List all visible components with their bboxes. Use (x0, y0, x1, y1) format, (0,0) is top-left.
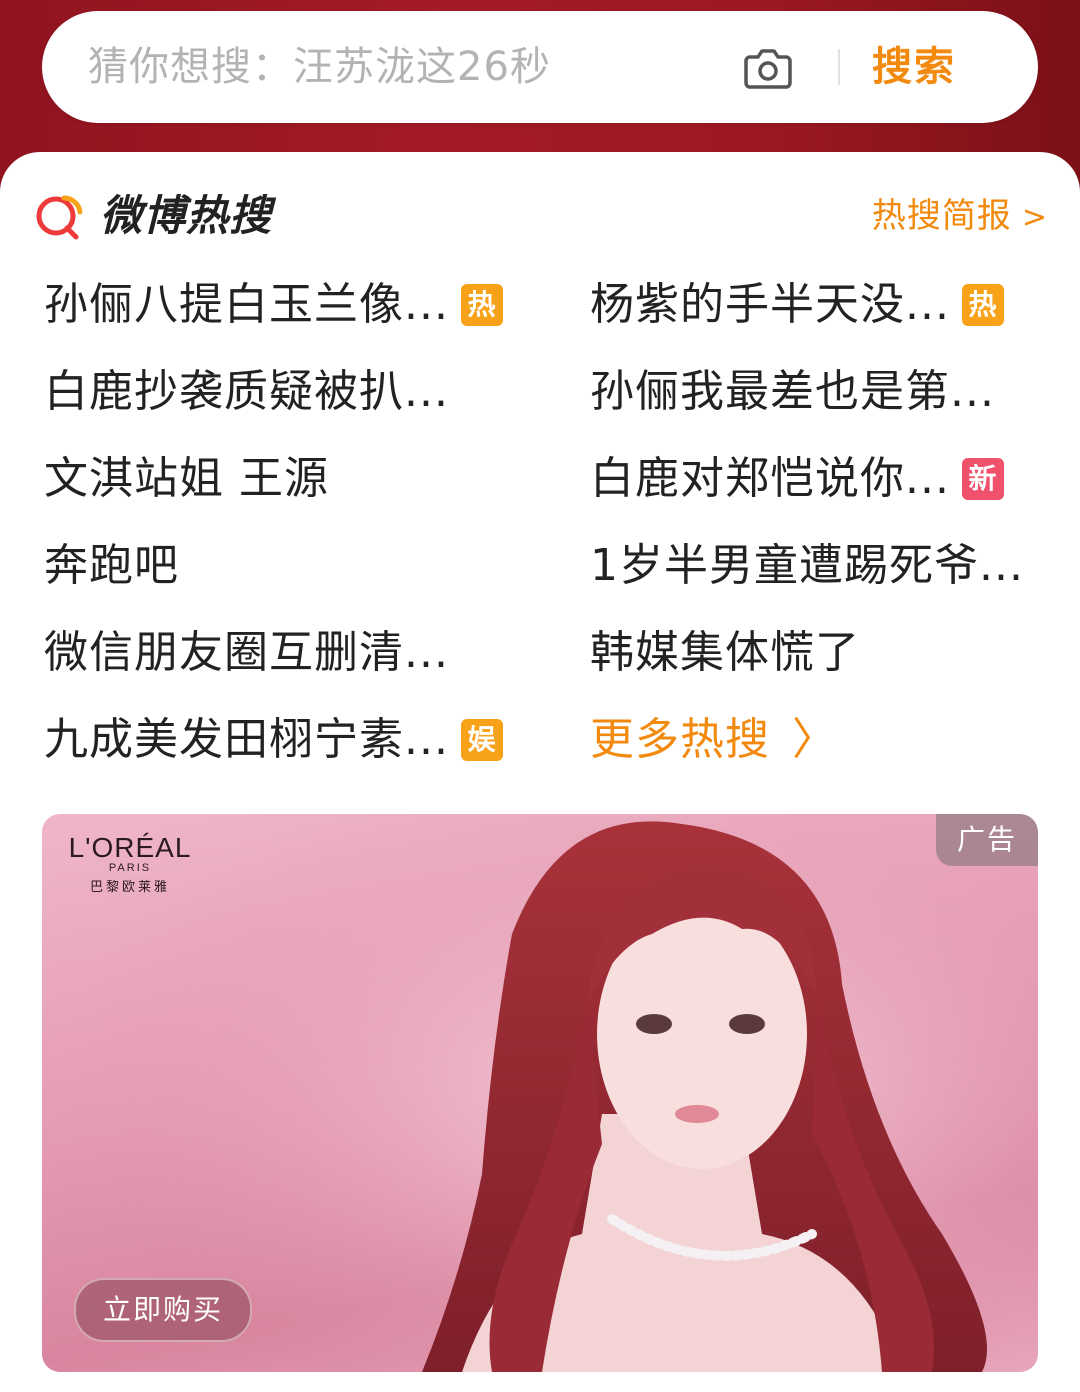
trend-text: 韩媒集体慌了 (590, 627, 860, 678)
trend-item[interactable]: 孙俪我最差也是第... (590, 357, 995, 427)
more-hot-search-link[interactable]: 更多热搜〉 (590, 705, 837, 775)
buy-now-button[interactable]: 立即购买 (74, 1278, 252, 1342)
search-button[interactable]: 搜索 (872, 11, 956, 123)
search-input[interactable]: 猜你想搜：汪苏泷这26秒 (88, 11, 551, 123)
camera-icon[interactable] (744, 45, 792, 89)
trend-text: 1岁半男童遭踢死爷... (590, 540, 1024, 591)
entertainment-badge: 娱 (460, 719, 503, 761)
trend-text: 杨紫的手半天没... (590, 279, 950, 330)
trend-item[interactable]: 1岁半男童遭踢死爷... (590, 531, 1024, 601)
trend-text: 文淇站姐 王源 (44, 453, 329, 504)
trend-text: 孙俪八提白玉兰像... (44, 279, 449, 330)
trend-item[interactable]: 白鹿抄袭质疑被扒... (44, 357, 449, 427)
trend-text: 孙俪我最差也是第... (590, 366, 995, 417)
trend-item[interactable]: 孙俪八提白玉兰像... 热 (44, 270, 503, 340)
hot-search-header: 微博热搜 热搜简报 > (34, 186, 1054, 246)
trend-item[interactable]: 韩媒集体慌了 (590, 618, 860, 688)
ad-banner[interactable]: L'ORÉAL PARIS 巴黎欧莱雅 广告 立即购买 (42, 814, 1038, 1372)
trend-item[interactable]: 微信朋友圈互删清... (44, 618, 449, 688)
brand-name: L'ORÉAL (68, 832, 192, 863)
weibo-hot-search-icon (36, 195, 83, 240)
hot-search-title: 微博热搜 (100, 191, 273, 240)
ad-tag: 广告 (936, 814, 1038, 866)
trend-text: 奔跑吧 (44, 540, 179, 591)
chevron-right-icon: > (1021, 200, 1048, 235)
new-badge: 新 (961, 458, 1004, 500)
trend-item[interactable]: 奔跑吧 (44, 531, 179, 601)
search-divider (838, 49, 840, 85)
trend-text: 九成美发田栩宁素... (44, 714, 449, 765)
brand-chinese-name: 巴黎欧莱雅 (89, 880, 170, 895)
hot-badge: 热 (460, 284, 503, 326)
trend-text: 白鹿抄袭质疑被扒... (44, 366, 449, 417)
trend-text: 白鹿对郑恺说你... (590, 453, 950, 504)
more-hot-search-label: 更多热搜 (590, 714, 770, 765)
trend-item[interactable]: 文淇站姐 王源 (44, 444, 329, 514)
trend-item[interactable]: 白鹿对郑恺说你... 新 (590, 444, 1004, 514)
trend-text: 微信朋友圈互删清... (44, 627, 449, 678)
hot-brief-label: 热搜简报 (871, 196, 1012, 236)
trend-item[interactable]: 杨紫的手半天没... 热 (590, 270, 1004, 340)
chevron-right-icon: 〉 (792, 714, 837, 765)
search-bar[interactable]: 猜你想搜：汪苏泷这26秒 搜索 (42, 11, 1038, 123)
trend-item[interactable]: 九成美发田栩宁素... 娱 (44, 705, 503, 775)
hot-brief-link[interactable]: 热搜简报 > (872, 186, 1048, 246)
hot-badge: 热 (961, 284, 1004, 326)
brand-logo: L'ORÉAL PARIS 巴黎欧莱雅 (60, 832, 200, 895)
